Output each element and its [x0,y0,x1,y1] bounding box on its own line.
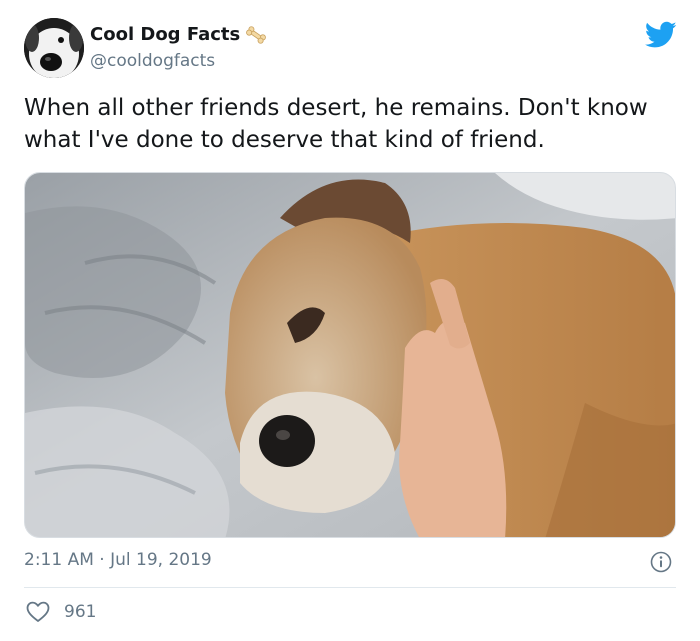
like-count[interactable]: 961 [64,602,96,622]
author-display-name[interactable]: Cool Dog Facts [90,24,240,45]
info-icon[interactable] [650,551,672,573]
bone-icon [246,25,267,44]
tweet-photo[interactable] [24,172,676,538]
twitter-bird-icon[interactable] [645,21,677,49]
author-handle[interactable]: @cooldogfacts [90,51,215,71]
divider [24,587,676,588]
dog-avatar-icon [24,18,84,78]
avatar[interactable] [24,18,84,78]
tweet-text: When all other friends desert, he remain… [24,95,648,153]
sleeping-dog-photo-icon [25,173,675,537]
author-name[interactable]: Cool Dog Facts [90,24,268,45]
tweet-timestamp[interactable]: 2:11 AM · Jul 19, 2019 [24,550,212,570]
tweet-card: Cool Dog Facts @cooldogfacts When all ot… [0,0,700,641]
heart-icon[interactable] [26,601,50,623]
